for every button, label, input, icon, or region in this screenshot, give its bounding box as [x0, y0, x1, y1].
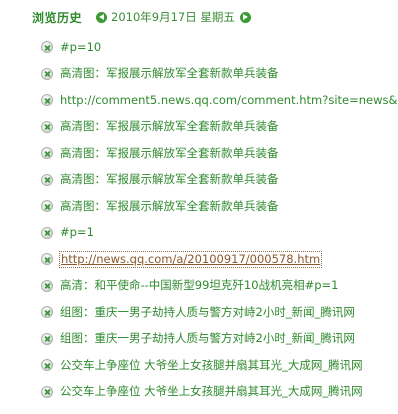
remove-icon[interactable] [41, 306, 53, 319]
history-link[interactable]: 高清图：军报展示解放军全套新款单兵装备 [60, 66, 279, 81]
history-item: http://comment5.news.qq.com/comment.htm?… [41, 87, 398, 114]
history-link[interactable]: 公交车上争座位 大爷坐上女孩腿并扇其耳光_大成网_腾讯网 [60, 384, 363, 399]
history-list: #p=10 高清图：军报展示解放军全套新款单兵装备 http://comment… [41, 34, 398, 405]
history-item-selected: http://news.qq.com/a/20100917/000578.htm [41, 246, 398, 273]
next-day-icon[interactable] [239, 11, 251, 23]
remove-icon[interactable] [41, 41, 53, 54]
history-item: 组图：重庆一男子劫持人质与警方对峙2小时_新闻_腾讯网 [41, 299, 398, 326]
history-link[interactable]: 组图：重庆一男子劫持人质与警方对峙2小时_新闻_腾讯网 [60, 331, 355, 346]
history-item: #p=1 [41, 220, 398, 247]
history-link[interactable]: 高清图：军报展示解放军全套新款单兵装备 [60, 199, 279, 214]
remove-icon[interactable] [41, 385, 53, 398]
history-item: 高清图：军报展示解放军全套新款单兵装备 [41, 167, 398, 194]
history-link[interactable]: 公交车上争座位 大爷坐上女孩腿并扇其耳光_大成网_腾讯网 [60, 358, 363, 373]
remove-icon[interactable] [41, 332, 53, 345]
remove-icon[interactable] [41, 94, 53, 107]
history-header: 浏览历史 2010年9月17日 星期五 [32, 7, 251, 27]
remove-icon[interactable] [41, 253, 53, 266]
remove-icon[interactable] [41, 226, 53, 239]
remove-icon[interactable] [41, 359, 53, 372]
previous-day-icon[interactable] [96, 11, 108, 23]
remove-icon[interactable] [41, 173, 53, 186]
history-item: 组图：重庆一男子劫持人质与警方对峙2小时_新闻_腾讯网 [41, 326, 398, 353]
history-item: 高清图：军报展示解放军全套新款单兵装备 [41, 114, 398, 141]
history-title: 浏览历史 [32, 10, 83, 25]
remove-icon[interactable] [41, 279, 53, 292]
history-item: 公交车上争座位 大爷坐上女孩腿并扇其耳光_大成网_腾讯网 [41, 352, 398, 379]
history-item: 高清：和平使命--中国新型99坦克歼10战机亮相#p=1 [41, 273, 398, 300]
remove-icon[interactable] [41, 120, 53, 133]
remove-icon[interactable] [41, 200, 53, 213]
history-link[interactable]: http://comment5.news.qq.com/comment.htm?… [60, 93, 398, 108]
history-item: 公交车上争座位 大爷坐上女孩腿并扇其耳光_大成网_腾讯网 [41, 379, 398, 406]
remove-icon[interactable] [41, 67, 53, 80]
history-link[interactable]: 高清：和平使命--中国新型99坦克歼10战机亮相#p=1 [60, 278, 338, 293]
history-link[interactable]: 组图：重庆一男子劫持人质与警方对峙2小时_新闻_腾讯网 [60, 305, 355, 320]
history-date: 2010年9月17日 星期五 [111, 10, 235, 24]
browsing-history-panel: 浏览历史 2010年9月17日 星期五 #p=10 高清图：军报展示解放军全套新… [0, 0, 398, 414]
history-item: 高清图：军报展示解放军全套新款单兵装备 [41, 140, 398, 167]
history-link[interactable]: 高清图：军报展示解放军全套新款单兵装备 [60, 146, 279, 161]
history-link[interactable]: 高清图：军报展示解放军全套新款单兵装备 [60, 172, 279, 187]
history-link-focused[interactable]: http://news.qq.com/a/20100917/000578.htm [58, 250, 323, 268]
history-item: 高清图：军报展示解放军全套新款单兵装备 [41, 193, 398, 220]
history-link[interactable]: #p=1 [60, 225, 94, 240]
history-link[interactable]: 高清图：军报展示解放军全套新款单兵装备 [60, 119, 279, 134]
history-item: 高清图：军报展示解放军全套新款单兵装备 [41, 61, 398, 88]
remove-icon[interactable] [41, 147, 53, 160]
history-link[interactable]: #p=10 [60, 40, 101, 55]
history-item: #p=10 [41, 34, 398, 61]
